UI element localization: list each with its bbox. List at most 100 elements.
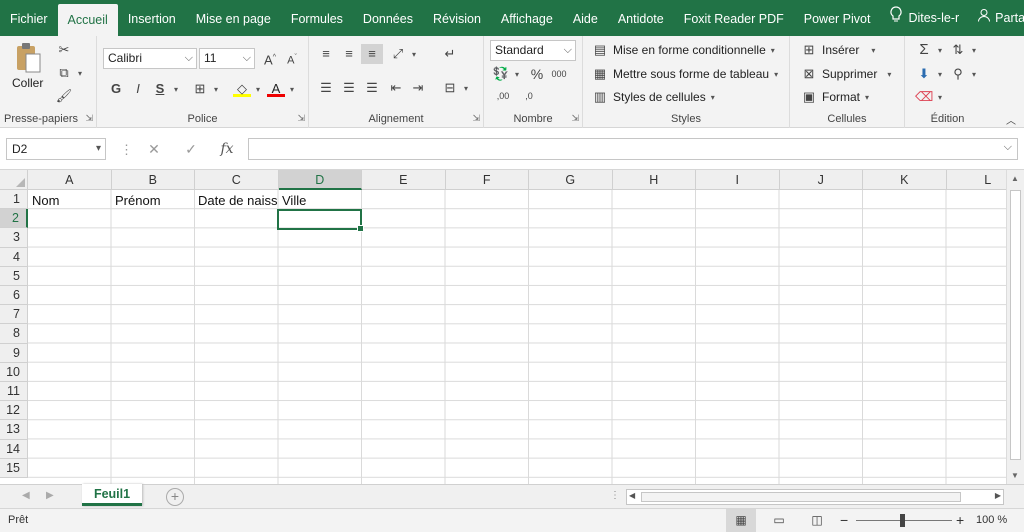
horizontal-scroll-thumb[interactable] <box>641 492 961 502</box>
grow-font-button[interactable]: A^ <box>261 50 279 67</box>
align-top-button[interactable]: ≡ <box>317 46 335 62</box>
increase-indent-button[interactable]: ⇥ <box>409 80 427 96</box>
percent-button[interactable]: % <box>528 66 546 82</box>
row-header-2[interactable]: 2 <box>0 209 28 229</box>
select-all-button[interactable] <box>0 170 28 190</box>
align-left-button[interactable]: ☰ <box>317 80 335 96</box>
tab-revision[interactable]: Révision <box>423 0 491 36</box>
tab-accueil[interactable]: Accueil <box>57 4 118 36</box>
page-break-view-button[interactable]: ◫ <box>802 509 832 532</box>
copy-button[interactable]: ⧉ ▾ <box>55 65 82 81</box>
delete-cells-button[interactable]: ⊠ Supprimer ▾ <box>800 66 892 82</box>
scroll-right-icon[interactable]: ▶ <box>995 491 1001 500</box>
column-header-j[interactable]: J <box>779 170 863 190</box>
cell-styles-button[interactable]: ▥ Styles de cellules ▾ <box>591 89 715 105</box>
cell-area[interactable] <box>28 190 1006 484</box>
shrink-font-button[interactable]: Aˇ <box>283 50 301 67</box>
page-layout-view-button[interactable]: ▭ <box>764 509 794 532</box>
font-name-combo[interactable]: Calibri ⌵ <box>103 48 197 69</box>
column-header-e[interactable]: E <box>362 170 446 190</box>
conditional-formatting-button[interactable]: ▤ Mise en forme conditionnelle ▾ <box>591 42 775 58</box>
normal-view-button[interactable]: ▦ <box>726 509 756 532</box>
row-header-8[interactable]: 8 <box>0 324 28 344</box>
add-sheet-icon[interactable]: + <box>166 488 184 506</box>
font-color-button[interactable]: A ▾ <box>267 81 294 97</box>
tab-affichage[interactable]: Affichage <box>491 0 563 36</box>
cell-c1[interactable]: Date de naissa <box>195 191 277 210</box>
format-painter-button[interactable]: 🖌 <box>55 88 73 104</box>
zoom-in-button[interactable]: + <box>956 512 964 528</box>
tab-split-handle[interactable]: ⋮ <box>610 490 620 501</box>
row-header-3[interactable]: 3 <box>0 228 28 248</box>
thousands-button[interactable]: 000 <box>548 66 570 82</box>
row-header-13[interactable]: 13 <box>0 420 28 440</box>
tell-me-box[interactable]: Dites-le-r <box>880 0 969 36</box>
zoom-slider-handle[interactable] <box>900 514 905 527</box>
formula-input[interactable]: ⌵ <box>248 138 1018 160</box>
tab-aide[interactable]: Aide <box>563 0 608 36</box>
prev-sheet-icon[interactable]: ◀ <box>22 490 30 501</box>
row-header-5[interactable]: 5 <box>0 266 28 286</box>
cell-a1[interactable]: Nom <box>29 191 109 210</box>
row-header-9[interactable]: 9 <box>0 343 28 363</box>
sheet-tab-feuil1[interactable]: Feuil1 <box>82 484 142 506</box>
align-right-button[interactable]: ☰ <box>363 80 381 96</box>
column-header-a[interactable]: A <box>28 170 112 190</box>
number-format-combo[interactable]: Standard ⌵ <box>490 40 576 61</box>
find-select-button[interactable]: ⚲ ▾ <box>949 66 976 82</box>
tab-donnees[interactable]: Données <box>353 0 423 36</box>
column-header-b[interactable]: B <box>111 170 195 190</box>
cell-d1[interactable]: Ville <box>279 191 359 210</box>
format-cells-button[interactable]: ▣ Format ▾ <box>800 89 869 105</box>
cut-button[interactable]: ✂ <box>55 42 73 58</box>
row-header-7[interactable]: 7 <box>0 305 28 325</box>
row-header-6[interactable]: 6 <box>0 286 28 306</box>
row-header-1[interactable]: 1 <box>0 190 28 210</box>
dialog-launcher-icon[interactable]: ⇲ <box>297 113 305 124</box>
format-as-table-button[interactable]: ▦ Mettre sous forme de tableau ▾ <box>591 66 778 82</box>
wrap-text-button[interactable]: ↵ <box>441 46 459 62</box>
row-header-14[interactable]: 14 <box>0 439 28 459</box>
enter-formula-button[interactable]: ✓ <box>180 138 202 160</box>
next-sheet-icon[interactable]: ▶ <box>46 490 54 501</box>
row-header-11[interactable]: 11 <box>0 382 28 402</box>
row-header-15[interactable]: 15 <box>0 458 28 478</box>
tab-insertion[interactable]: Insertion <box>118 0 186 36</box>
autosum-button[interactable]: Σ ▾ <box>915 42 942 58</box>
row-header-12[interactable]: 12 <box>0 401 28 421</box>
zoom-out-button[interactable]: − <box>840 512 848 528</box>
tab-power-pivot[interactable]: Power Pivot <box>794 0 881 36</box>
orientation-button[interactable]: ⤢ ▾ <box>389 46 416 62</box>
column-header-g[interactable]: G <box>529 170 613 190</box>
scroll-down-icon[interactable]: ▼ <box>1011 471 1019 480</box>
insert-function-button[interactable]: fx <box>216 138 238 160</box>
sort-filter-button[interactable]: ⇅ ▾ <box>949 42 976 58</box>
align-bottom-button[interactable]: ≡ <box>361 44 383 64</box>
italic-button[interactable]: I <box>129 81 147 97</box>
increase-decimal-button[interactable]: ,00 <box>492 88 514 104</box>
column-header-c[interactable]: C <box>195 170 279 190</box>
row-header-4[interactable]: 4 <box>0 247 28 267</box>
align-middle-button[interactable]: ≡ <box>340 46 358 62</box>
currency-button[interactable]: 💱 ▾ <box>492 66 519 82</box>
cancel-formula-button[interactable]: ✕ <box>143 138 165 160</box>
insert-cells-button[interactable]: ⊞ Insérer ▾ <box>800 42 876 58</box>
vertical-scroll-thumb[interactable] <box>1010 190 1021 460</box>
column-header-l[interactable]: L <box>946 170 1006 190</box>
decrease-decimal-button[interactable]: ,0 <box>518 88 540 104</box>
active-cell-d2[interactable] <box>277 208 364 232</box>
paste-button[interactable]: Coller <box>12 42 43 90</box>
name-box[interactable]: D2 ▾ <box>6 138 106 160</box>
merge-center-button[interactable]: ⊟ ▾ <box>441 80 468 96</box>
tab-fichier[interactable]: Fichier <box>0 0 58 36</box>
dialog-launcher-icon[interactable]: ⇲ <box>571 113 579 124</box>
zoom-level[interactable]: 100 % <box>976 514 1007 526</box>
decrease-indent-button[interactable]: ⇤ <box>387 80 405 96</box>
tab-antidote[interactable]: Antidote <box>608 0 674 36</box>
fill-button[interactable]: ⬇ ▾ <box>915 66 942 82</box>
underline-button[interactable]: S ▾ <box>151 81 178 97</box>
column-header-k[interactable]: K <box>863 170 947 190</box>
tab-mise-en-page[interactable]: Mise en page <box>186 0 281 36</box>
column-header-i[interactable]: I <box>696 170 780 190</box>
fill-color-button[interactable]: ◇ ▾ <box>233 81 260 97</box>
